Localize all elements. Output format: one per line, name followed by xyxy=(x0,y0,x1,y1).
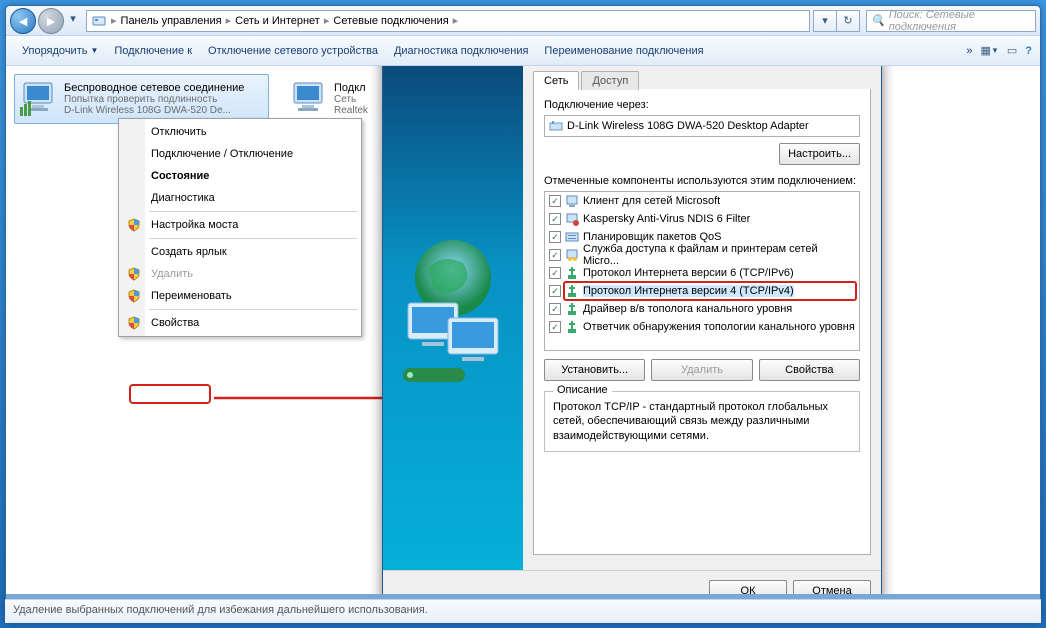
component-icon xyxy=(565,212,579,226)
checkbox-icon[interactable]: ✓ xyxy=(549,231,561,243)
adapter-name: D-Link Wireless 108G DWA-520 Desktop Ada… xyxy=(567,120,809,132)
help-button[interactable]: ? xyxy=(1025,45,1032,57)
context-item[interactable]: Переименовать xyxy=(121,285,359,307)
component-label: Kaspersky Anti-Virus NDIS 6 Filter xyxy=(583,213,750,225)
checkbox-icon[interactable]: ✓ xyxy=(549,303,561,315)
context-item[interactable]: Создать ярлык xyxy=(121,241,359,263)
component-icon xyxy=(565,266,579,280)
dialog-sidebar-image xyxy=(383,66,523,570)
refresh-button[interactable]: ↻ xyxy=(836,10,860,32)
back-button[interactable]: ◄ xyxy=(10,8,36,34)
component-item[interactable]: ✓ Протокол Интернета версии 4 (TCP/IPv4) xyxy=(545,282,859,300)
context-menu: ОтключитьПодключение / ОтключениеСостоян… xyxy=(118,118,362,337)
components-label: Отмеченные компоненты используются этим … xyxy=(544,175,860,187)
connection-wireless[interactable]: Беспроводное сетевое соединение Попытка … xyxy=(14,74,269,124)
view-button[interactable]: ▦▼ xyxy=(981,44,999,57)
content-area: Беспроводное сетевое соединение Попытка … xyxy=(6,66,1040,594)
component-item[interactable]: ✓ Ответчик обнаружения топологии канально… xyxy=(545,318,859,336)
ok-button[interactable]: ОК xyxy=(709,580,787,595)
component-label: Ответчик обнаружения топологии канальног… xyxy=(583,321,855,333)
monitor-lan-icon xyxy=(288,79,328,119)
tab-network[interactable]: Сеть xyxy=(533,71,579,90)
tab-access[interactable]: Доступ xyxy=(581,71,639,90)
conn-title: Беспроводное сетевое соединение xyxy=(64,82,244,94)
component-icon xyxy=(565,284,579,298)
status-bar: Удаление выбранных подключений для избеж… xyxy=(5,599,1041,623)
search-placeholder: Поиск: Сетевые подключения xyxy=(889,9,1031,33)
monitor-wifi-icon xyxy=(18,79,58,119)
properties-dialog: Беспроводное сетевое соединение - свойст… xyxy=(382,66,882,594)
conn2-title: Подкл xyxy=(334,82,368,94)
toolbar-organize[interactable]: Упорядочить▼ xyxy=(14,41,106,61)
history-dropdown[interactable]: ▾ xyxy=(66,8,80,30)
toolbar-connect[interactable]: Подключение к xyxy=(106,41,200,61)
component-item[interactable]: ✓ Kaspersky Anti-Virus NDIS 6 Filter xyxy=(545,210,859,228)
component-label: Протокол Интернета версии 6 (TCP/IPv6) xyxy=(583,267,794,279)
properties-button[interactable]: Свойства xyxy=(759,359,860,381)
address-bar-row: ◄ ► ▾ ▸ Панель управления ▸ Сеть и Интер… xyxy=(6,6,1040,36)
toolbar-rename[interactable]: Переименование подключения xyxy=(536,41,711,61)
description-label: Описание xyxy=(553,384,612,396)
highlight-properties xyxy=(129,384,211,404)
preview-button[interactable]: ▭ xyxy=(1007,44,1017,57)
conn-sub1: Попытка проверить подлинность xyxy=(64,94,244,105)
breadcrumb-bar[interactable]: ▸ Панель управления ▸ Сеть и Интернет ▸ … xyxy=(86,10,810,32)
adapter-field: D-Link Wireless 108G DWA-520 Desktop Ada… xyxy=(544,115,860,137)
component-label: Протокол Интернета версии 4 (TCP/IPv4) xyxy=(583,285,794,297)
component-icon xyxy=(565,302,579,316)
checkbox-icon[interactable]: ✓ xyxy=(549,249,561,261)
component-label: Клиент для сетей Microsoft xyxy=(583,195,720,207)
crumb-1[interactable]: Панель управления xyxy=(117,15,226,27)
cancel-button[interactable]: Отмена xyxy=(793,580,871,595)
recent-dropdown[interactable]: ▾ xyxy=(813,10,837,32)
context-item: Удалить xyxy=(121,263,359,285)
context-item[interactable]: Диагностика xyxy=(121,187,359,209)
context-item[interactable]: Подключение / Отключение xyxy=(121,143,359,165)
component-label: Драйвер в/в тополога канального уровня xyxy=(583,303,792,315)
connect-via-label: Подключение через: xyxy=(544,99,860,111)
checkbox-icon[interactable]: ✓ xyxy=(549,285,561,297)
conn-sub2: D-Link Wireless 108G DWA-520 De... xyxy=(64,105,244,116)
toolbar-more[interactable]: » xyxy=(958,41,980,61)
component-icon xyxy=(565,248,579,262)
conn2-sub2: Realtek xyxy=(334,105,368,116)
component-item[interactable]: ✓ Служба доступа к файлам и принтерам сет… xyxy=(545,246,859,264)
checkbox-icon[interactable]: ✓ xyxy=(549,267,561,279)
context-item[interactable]: Состояние xyxy=(121,165,359,187)
crumb-3[interactable]: Сетевые подключения xyxy=(329,15,452,27)
component-label: Служба доступа к файлам и принтерам сете… xyxy=(583,243,855,267)
context-item[interactable]: Отключить xyxy=(121,121,359,143)
component-icon xyxy=(565,194,579,208)
component-item[interactable]: ✓ Драйвер в/в тополога канального уровня xyxy=(545,300,859,318)
nic-icon xyxy=(549,119,563,133)
toolbar-disable[interactable]: Отключение сетевого устройства xyxy=(200,41,386,61)
component-icon xyxy=(565,320,579,334)
conn2-sub1: Сеть xyxy=(334,94,368,105)
checkbox-icon[interactable]: ✓ xyxy=(549,321,561,333)
uninstall-button[interactable]: Удалить xyxy=(651,359,752,381)
forward-button[interactable]: ► xyxy=(38,8,64,34)
context-item[interactable]: Свойства xyxy=(121,312,359,334)
checkbox-icon[interactable]: ✓ xyxy=(549,213,561,225)
toolbar-diag[interactable]: Диагностика подключения xyxy=(386,41,536,61)
search-input[interactable]: 🔍 Поиск: Сетевые подключения xyxy=(866,10,1036,32)
checkbox-icon[interactable]: ✓ xyxy=(549,195,561,207)
crumb-2[interactable]: Сеть и Интернет xyxy=(231,15,324,27)
component-item[interactable]: ✓ Клиент для сетей Microsoft xyxy=(545,192,859,210)
component-icon xyxy=(565,230,579,244)
components-list[interactable]: ✓ Клиент для сетей Microsoft ✓ Kaspersky An… xyxy=(544,191,860,351)
configure-button[interactable]: Настроить... xyxy=(779,143,860,165)
description-text: Протокол TCP/IP - стандартный протокол г… xyxy=(553,400,851,443)
install-button[interactable]: Установить... xyxy=(544,359,645,381)
toolbar: Упорядочить▼ Подключение к Отключение се… xyxy=(6,36,1040,66)
context-item[interactable]: Настройка моста xyxy=(121,214,359,236)
component-label: Планировщик пакетов QoS xyxy=(583,231,722,243)
